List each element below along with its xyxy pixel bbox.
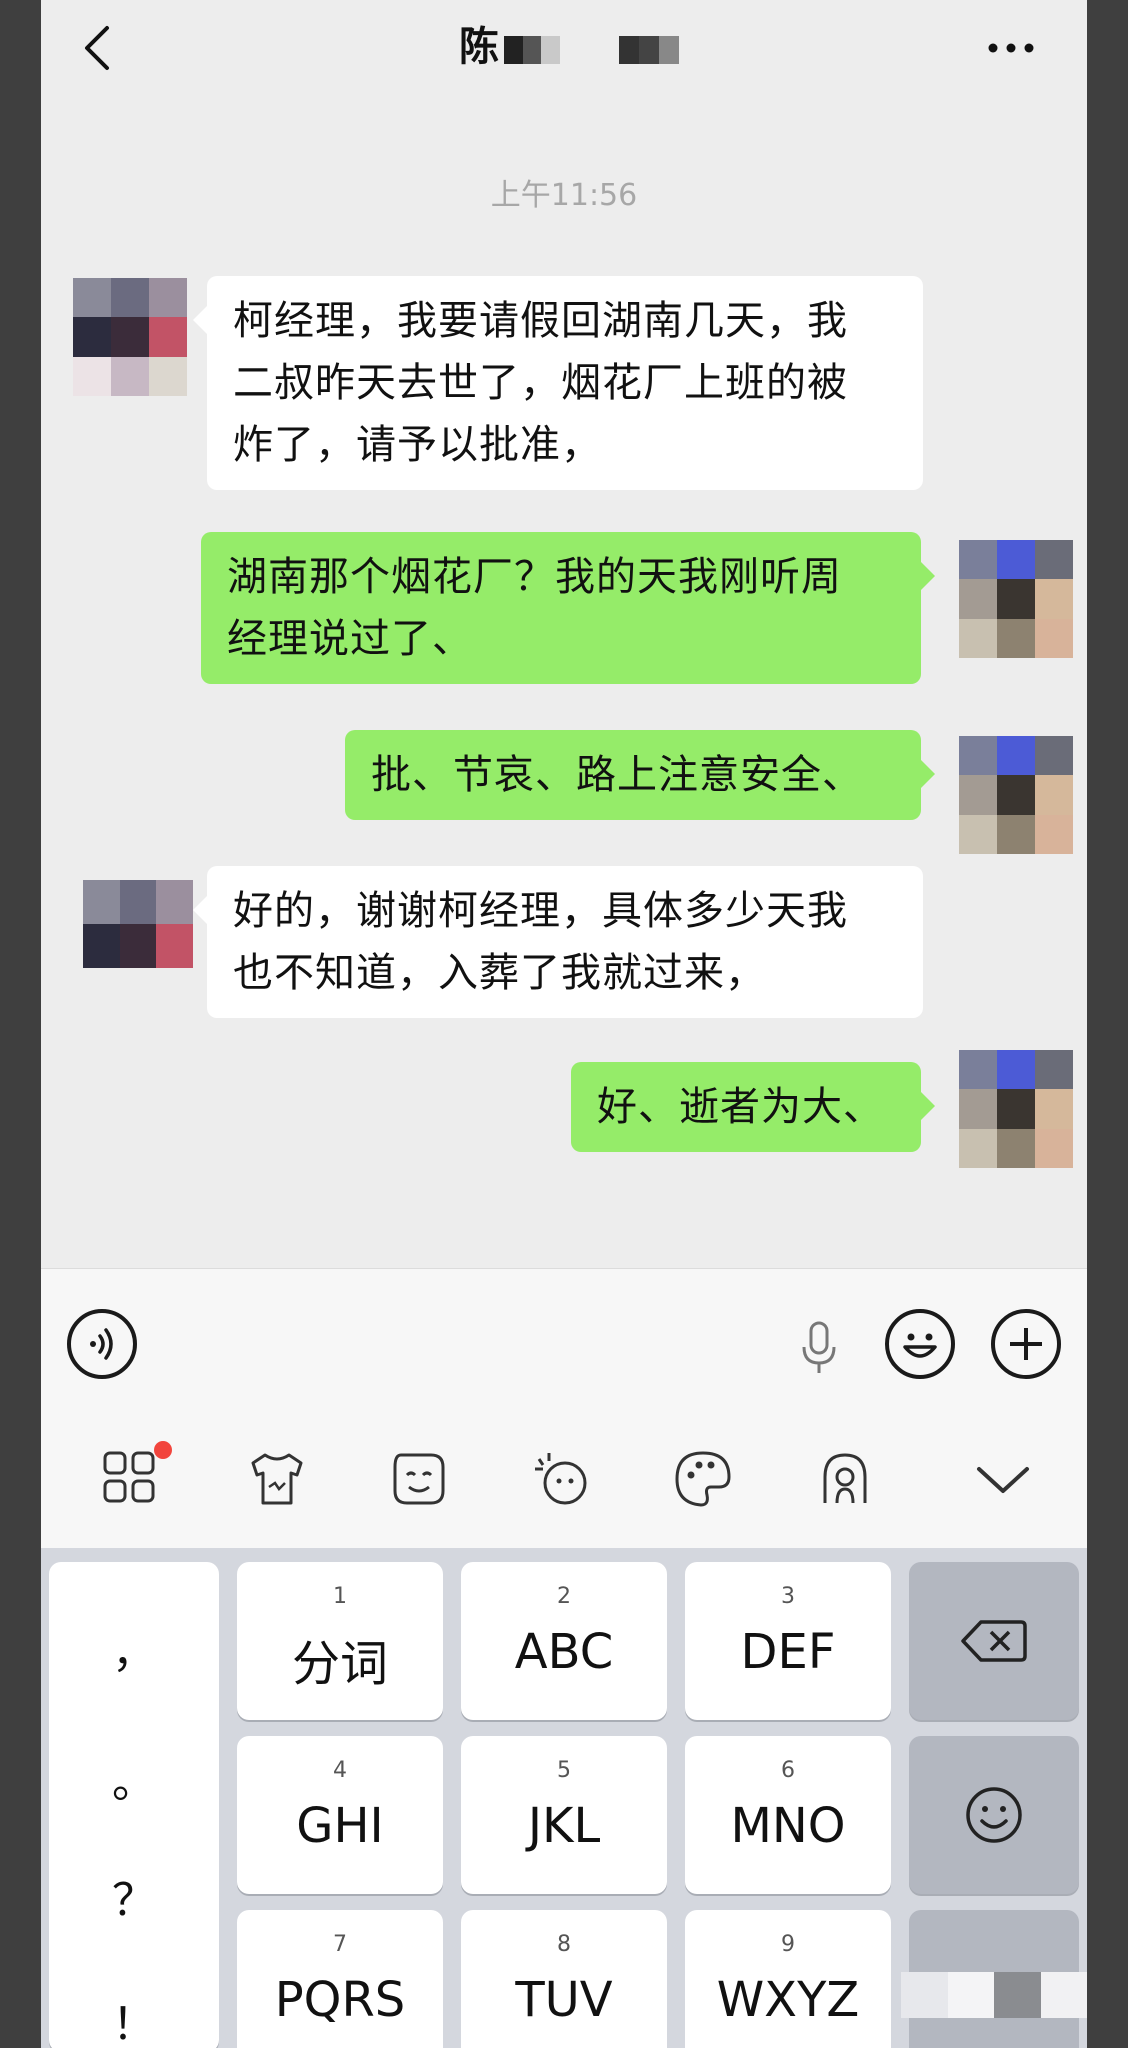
key-3[interactable]: 3 DEF bbox=[685, 1562, 891, 1720]
key-number: 5 bbox=[557, 1758, 571, 1783]
message-line: 炸了，请予以批准， bbox=[233, 422, 602, 468]
key-label: JKL bbox=[527, 1798, 601, 1854]
backspace-icon bbox=[961, 1620, 1027, 1662]
message-timestamp: 上午11:56 bbox=[490, 178, 638, 213]
swipe-gesture-icon[interactable] bbox=[813, 1447, 877, 1511]
voice-icon[interactable] bbox=[67, 1309, 137, 1379]
key-number: 8 bbox=[557, 1932, 571, 1957]
message-bubble-outgoing[interactable]: 湖南那个烟花厂？我的天我刚听周 经理说过了、 bbox=[201, 532, 935, 684]
key-9[interactable]: 9 WXYZ bbox=[685, 1910, 891, 2048]
key-number: 9 bbox=[781, 1932, 795, 1957]
key-label: DEF bbox=[740, 1624, 836, 1680]
punctuation-column[interactable]: ， 。 ？ ！ bbox=[49, 1562, 219, 2048]
punctuation-key[interactable]: 。 bbox=[49, 1746, 219, 1810]
right-frame-edge bbox=[1087, 0, 1128, 2048]
message-line: 柯经理，我要请假回湖南几天，我 bbox=[233, 298, 848, 344]
name-blur-mosaic bbox=[504, 36, 560, 64]
message-line: 好、逝者为大、 bbox=[597, 1084, 884, 1130]
chat-screen: 陈 上午11:56 柯经理，我要请假回湖南几天，我 二叔昨天去世了，烟花厂上班的… bbox=[41, 0, 1087, 2048]
key-number: 1 bbox=[333, 1584, 347, 1609]
watermark-blur-mosaic bbox=[901, 1972, 1087, 2018]
left-frame-edge bbox=[0, 0, 41, 2048]
own-avatar[interactable] bbox=[959, 540, 1073, 658]
contact-avatar[interactable] bbox=[83, 880, 193, 968]
key-number: 4 bbox=[333, 1758, 347, 1783]
key-label: GHI bbox=[296, 1798, 384, 1854]
microphone-icon[interactable] bbox=[787, 1315, 851, 1379]
own-avatar[interactable] bbox=[959, 1050, 1073, 1168]
key-1[interactable]: 1 分词 bbox=[237, 1562, 443, 1720]
punctuation-key[interactable]: ？ bbox=[49, 1864, 219, 1928]
key-number: 7 bbox=[333, 1932, 347, 1957]
t9-keyboard: ， 。 ？ ！ 1 分词 2 ABC 3 DEF 4 GHI 5 JKL 6 M… bbox=[41, 1548, 1087, 2048]
emoji-icon[interactable] bbox=[885, 1309, 955, 1379]
palette-icon[interactable] bbox=[671, 1447, 735, 1511]
sticker-icon[interactable] bbox=[387, 1447, 451, 1511]
message-line: 湖南那个烟花厂？我的天我刚听周 bbox=[227, 554, 842, 600]
chat-header: 陈 bbox=[41, 0, 1087, 100]
key-7[interactable]: 7 PQRS bbox=[237, 1910, 443, 2048]
contact-avatar[interactable] bbox=[73, 278, 187, 396]
message-bubble-outgoing[interactable]: 好、逝者为大、 bbox=[571, 1062, 935, 1152]
tshirt-skin-icon[interactable] bbox=[245, 1447, 309, 1511]
key-label: MNO bbox=[730, 1798, 846, 1854]
name-blur-mosaic bbox=[619, 36, 679, 64]
smiley-key-icon bbox=[966, 1787, 1022, 1843]
message-line: 经理说过了、 bbox=[227, 616, 473, 662]
notification-badge bbox=[154, 1441, 172, 1459]
punctuation-key[interactable]: ， bbox=[49, 1616, 219, 1680]
emoji-sticker-icon[interactable] bbox=[529, 1447, 593, 1511]
key-number: 6 bbox=[781, 1758, 795, 1783]
key-label: ABC bbox=[514, 1624, 614, 1680]
apps-grid-icon[interactable] bbox=[99, 1447, 163, 1511]
key-label: 分词 bbox=[291, 1636, 388, 1692]
add-icon[interactable] bbox=[991, 1309, 1061, 1379]
message-bubble-incoming[interactable]: 柯经理，我要请假回湖南几天，我 二叔昨天去世了，烟花厂上班的被 炸了，请予以批准… bbox=[193, 276, 923, 490]
message-line: 批、节哀、路上注意安全、 bbox=[371, 752, 863, 798]
back-arrow-icon[interactable] bbox=[77, 22, 117, 74]
emoji-key[interactable] bbox=[909, 1736, 1079, 1894]
key-label: TUV bbox=[515, 1972, 613, 2028]
contact-name: 陈 bbox=[459, 24, 499, 70]
key-4[interactable]: 4 GHI bbox=[237, 1736, 443, 1894]
key-label: PQRS bbox=[274, 1972, 406, 2028]
message-bubble-incoming[interactable]: 好的，谢谢柯经理，具体多少天我 也不知道，入葬了我就过来， bbox=[193, 866, 923, 1018]
key-5[interactable]: 5 JKL bbox=[461, 1736, 667, 1894]
collapse-keyboard-icon[interactable] bbox=[971, 1447, 1035, 1511]
backspace-key[interactable] bbox=[909, 1562, 1079, 1720]
key-8[interactable]: 8 TUV bbox=[461, 1910, 667, 2048]
key-number: 2 bbox=[557, 1584, 571, 1609]
key-number: 3 bbox=[781, 1584, 795, 1609]
chat-input-area bbox=[41, 1268, 1087, 1548]
own-avatar[interactable] bbox=[959, 736, 1073, 854]
key-label: WXYZ bbox=[716, 1972, 860, 2028]
key-2[interactable]: 2 ABC bbox=[461, 1562, 667, 1720]
punctuation-key[interactable]: ！ bbox=[49, 1988, 219, 2048]
more-options-icon[interactable] bbox=[987, 42, 1035, 54]
message-line: 二叔昨天去世了，烟花厂上班的被 bbox=[233, 360, 848, 406]
message-line: 好的，谢谢柯经理，具体多少天我 bbox=[233, 888, 848, 934]
message-line: 也不知道，入葬了我就过来， bbox=[233, 950, 766, 996]
message-bubble-outgoing[interactable]: 批、节哀、路上注意安全、 bbox=[345, 730, 935, 820]
key-6[interactable]: 6 MNO bbox=[685, 1736, 891, 1894]
